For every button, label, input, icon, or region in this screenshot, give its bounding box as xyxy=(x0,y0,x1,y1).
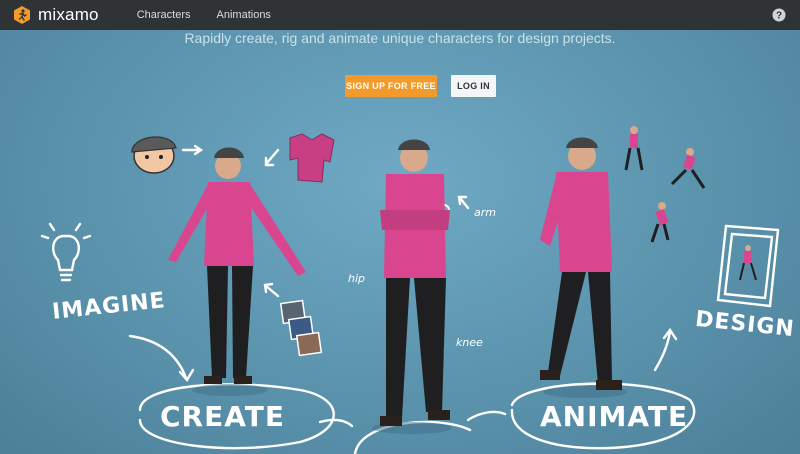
design-frame-doodle xyxy=(716,224,780,308)
label-hip: hip xyxy=(348,272,366,285)
label-knee: knee xyxy=(456,336,483,349)
label-animate: ANIMATE xyxy=(540,400,689,433)
pink-shirt-item xyxy=(289,133,335,183)
fabric-swatches xyxy=(279,299,323,357)
label-arm: arm xyxy=(474,206,496,219)
log-in-button[interactable]: LOG IN xyxy=(451,75,496,97)
top-navbar: mixamo Characters Animations ? xyxy=(0,0,800,30)
small-animated-figures xyxy=(624,126,757,281)
rig-to-animate-arrow xyxy=(466,410,507,422)
nav-characters[interactable]: Characters xyxy=(137,9,191,21)
hero-tagline: Rapidly create, rig and animate unique c… xyxy=(184,30,616,46)
hero-illustration: IMAGINE CREATE ANIMATE DESIGN arm hip kn… xyxy=(0,100,800,454)
mixamo-logo[interactable]: mixamo xyxy=(12,5,99,25)
animate-to-design-arrow xyxy=(653,330,672,372)
brand-name: mixamo xyxy=(38,5,99,24)
character-create-tpose xyxy=(168,147,306,396)
character-rig xyxy=(372,139,452,434)
question-circle-icon[interactable]: ? xyxy=(772,8,786,22)
nav-animations[interactable]: Animations xyxy=(217,9,271,21)
imagine-to-create-arrow xyxy=(128,334,188,380)
create-to-rig-arrow xyxy=(318,418,354,428)
cartoon-head xyxy=(131,136,177,174)
mixamo-logo-icon xyxy=(14,6,30,24)
svg-text:?: ? xyxy=(776,11,782,22)
lightbulb-doodle xyxy=(40,222,92,282)
label-create: CREATE xyxy=(160,400,285,433)
character-animate-walking xyxy=(540,137,627,398)
sign-up-button[interactable]: SIGN UP FOR FREE xyxy=(345,75,437,97)
